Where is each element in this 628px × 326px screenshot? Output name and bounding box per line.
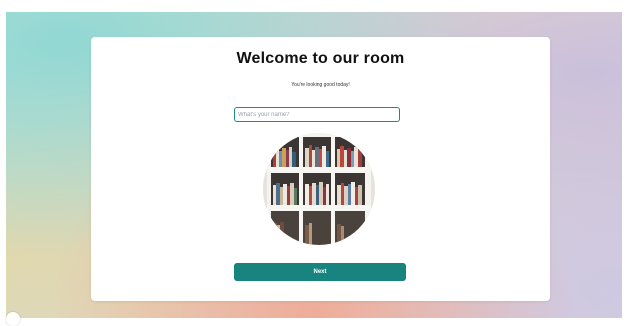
name-input[interactable] <box>234 107 400 122</box>
next-button[interactable]: Next <box>234 263 406 281</box>
page-title: Welcome to our room <box>236 50 405 67</box>
camera-preview <box>263 133 375 245</box>
welcome-card: Welcome to our room You're looking good … <box>91 37 550 301</box>
corner-badge <box>6 312 20 326</box>
page-subtitle: You're looking good today! <box>291 82 350 88</box>
bookshelf-photo-icon <box>263 133 375 245</box>
